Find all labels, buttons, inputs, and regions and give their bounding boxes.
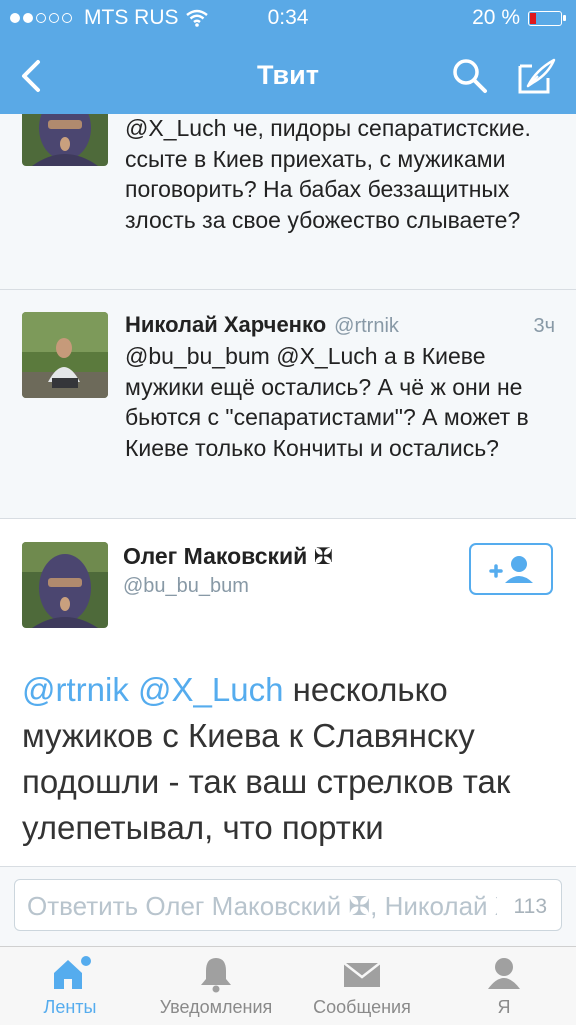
conversation-tweet[interactable]: @X_Luch че, пидоры сепаратистские. ссыте…	[0, 114, 576, 290]
reply-input[interactable]: Ответить Олег Маковский ✠, Николай Харче…	[14, 879, 562, 931]
search-icon[interactable]	[450, 56, 490, 96]
reply-bar: Ответить Олег Маковский ✠, Николай Харче…	[0, 866, 576, 947]
follow-button[interactable]	[469, 543, 553, 595]
tab-home[interactable]: Ленты	[0, 947, 140, 1025]
conversation-tweet[interactable]: Николай Харченко @rtrnik 3ч @bu_bu_bum @…	[0, 290, 576, 519]
tweet-detail-content: @X_Luch че, пидоры сепаратистские. ссыте…	[0, 114, 576, 882]
avatar[interactable]	[22, 114, 108, 166]
tab-bar: Ленты Уведомления Сообщения Я	[0, 946, 576, 1025]
reply-placeholder: Ответить Олег Маковский ✠, Николай Харче…	[27, 891, 497, 921]
tab-label: Сообщения	[313, 997, 411, 1017]
tweet-time: 3ч	[533, 315, 555, 337]
home-icon	[54, 956, 91, 989]
navigation-bar: Твит	[0, 52, 576, 102]
tab-me[interactable]: Я	[432, 947, 576, 1025]
mention-link[interactable]: @rtrnik	[22, 671, 129, 708]
author-handle[interactable]: @rtrnik	[334, 315, 399, 338]
tweet-text: @bu_bu_bum @X_Luch а в Киеве мужики ещё …	[125, 343, 529, 461]
tweet-text: @rtrnik @X_Luch несколько мужиков с Киев…	[22, 667, 562, 851]
follow-user-icon	[489, 556, 533, 583]
top-bar: MTS RUS 0:34 20 % Твит	[0, 0, 576, 114]
battery-percent: 20 %	[472, 6, 520, 29]
author-handle[interactable]: @bu_bu_bum	[123, 575, 249, 598]
author-name[interactable]: Олег Маковский ✠	[123, 543, 333, 570]
mention-link[interactable]: @X_Luch	[138, 671, 283, 708]
battery-icon	[528, 10, 566, 26]
tab-messages[interactable]: Сообщения	[292, 947, 432, 1025]
avatar[interactable]	[22, 312, 108, 398]
character-count: 113	[513, 895, 547, 918]
avatar[interactable]	[22, 542, 108, 628]
compose-icon[interactable]	[516, 56, 558, 96]
tweet-text: @X_Luch че, пидоры сепаратистские. ссыте…	[125, 115, 531, 233]
tab-notifications[interactable]: Уведомления	[140, 947, 292, 1025]
tab-label: Ленты	[43, 997, 97, 1017]
tab-label: Я	[497, 997, 511, 1017]
status-bar: MTS RUS 0:34 20 %	[0, 6, 576, 34]
tab-label: Уведомления	[159, 997, 273, 1017]
main-tweet: Олег Маковский ✠ @bu_bu_bum @rtrnik @X_L…	[0, 519, 576, 882]
person-icon	[488, 958, 520, 989]
envelope-icon	[343, 962, 381, 987]
bell-icon	[201, 958, 231, 993]
author-name[interactable]: Николай Харченко	[125, 312, 326, 338]
